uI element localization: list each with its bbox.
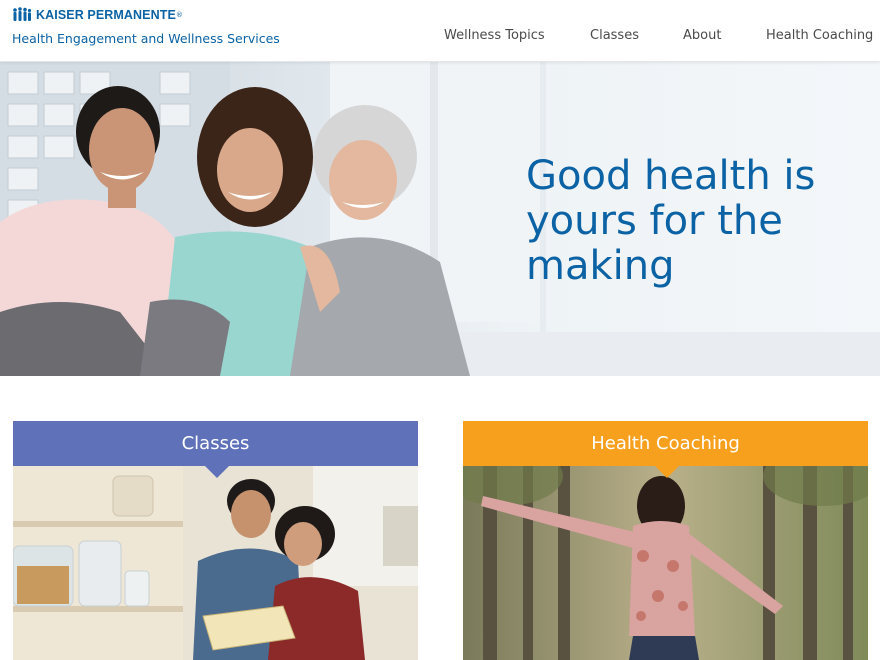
classes-card-title[interactable]: Classes <box>13 421 418 466</box>
nav-classes[interactable]: Classes <box>590 28 639 46</box>
couple-kitchen-illustration <box>13 466 418 660</box>
woman-forest-illustration <box>463 466 868 660</box>
hero-banner: Good health is yours for the making <box>0 62 880 376</box>
health-coaching-card-pointer <box>655 466 679 478</box>
classes-card-pointer <box>205 466 229 478</box>
kaiser-people-logo-icon <box>13 7 32 21</box>
brand-name: KAISER PERMANENTE <box>36 8 176 22</box>
nav-about[interactable]: About <box>683 28 721 46</box>
health-coaching-card-photo[interactable] <box>463 466 868 660</box>
hero-headline: Good health is yours for the making <box>526 153 816 289</box>
site-subtitle[interactable]: Health Engagement and Wellness Services <box>12 31 280 46</box>
site-header: KAISER PERMANENTE ® Health Engagement an… <box>0 0 880 62</box>
nav-wellness-topics[interactable]: Wellness Topics <box>444 28 545 46</box>
nav-health-coaching[interactable]: Health Coaching <box>766 28 873 46</box>
classes-card[interactable]: Classes <box>13 421 418 660</box>
kaiser-logo[interactable]: KAISER PERMANENTE ® <box>12 5 183 25</box>
health-coaching-card[interactable]: Health Coaching <box>463 421 868 660</box>
health-coaching-card-title[interactable]: Health Coaching <box>463 421 868 466</box>
registered-mark: ® <box>175 11 183 19</box>
classes-card-photo[interactable] <box>13 466 418 660</box>
